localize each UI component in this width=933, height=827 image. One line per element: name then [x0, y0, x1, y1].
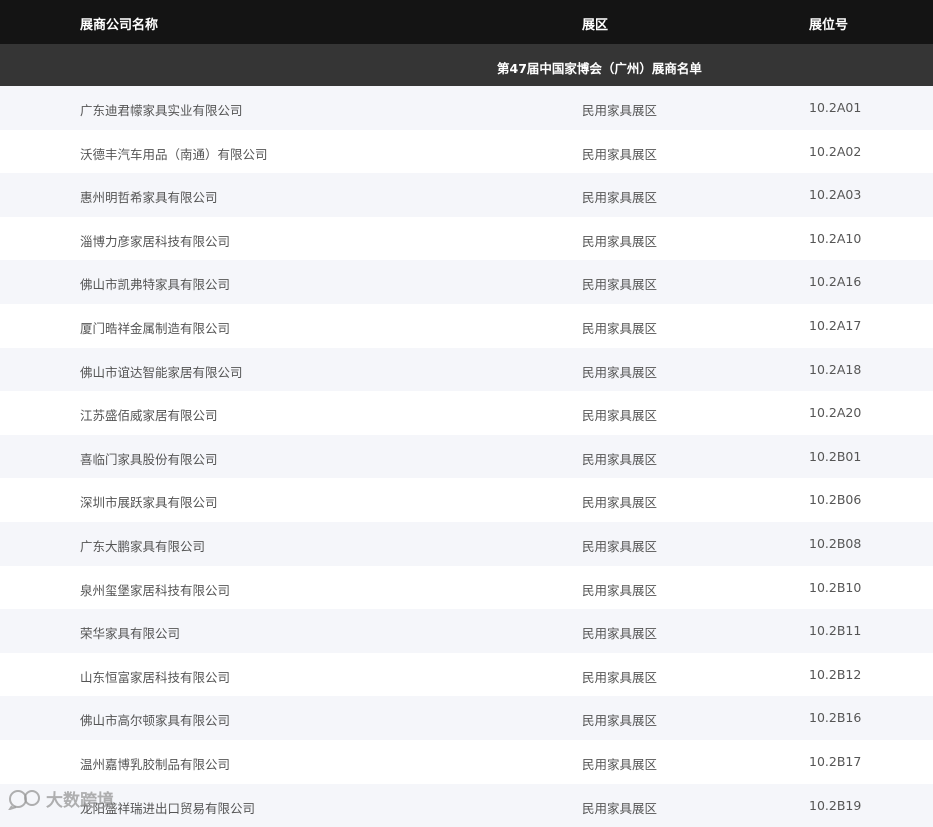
booth-number-cell: 10.2B06	[809, 492, 861, 507]
company-name-cell: 荣华家具有限公司	[80, 623, 180, 642]
table-row[interactable]: 淄博力彦家居科技有限公司 民用家具展区 10.2A10	[0, 217, 933, 261]
booth-number-cell: 10.2B19	[809, 798, 861, 813]
company-name-cell: 广东大鹏家具有限公司	[80, 536, 205, 555]
table-row[interactable]: 泉州玺堡家居科技有限公司 民用家具展区 10.2B10	[0, 566, 933, 610]
company-name-cell: 广东迪君幪家具实业有限公司	[80, 100, 243, 119]
table-caption: 第47届中国家博会（广州）展商名单	[0, 44, 933, 86]
table-row[interactable]: 沃德丰汽车用品（南通）有限公司 民用家具展区 10.2A02	[0, 130, 933, 174]
table-caption-text: 第47届中国家博会（广州）展商名单	[497, 58, 702, 77]
booth-number-cell: 10.2A01	[809, 100, 861, 115]
company-name-cell: 深圳市展跃家具有限公司	[80, 492, 218, 511]
company-name-cell: 喜临门家具股份有限公司	[80, 449, 218, 468]
table-header: 展商公司名称 展区 展位号	[0, 0, 933, 44]
booth-number-cell: 10.2B11	[809, 623, 861, 638]
booth-number-cell: 10.2B12	[809, 667, 861, 682]
zone-cell: 民用家具展区	[582, 536, 657, 555]
company-name-cell: 惠州明哲希家具有限公司	[80, 187, 218, 206]
column-header-zone[interactable]: 展区	[582, 14, 608, 33]
table-row[interactable]: 龙阳盛祥瑞进出口贸易有限公司 民用家具展区 10.2B19	[0, 784, 933, 827]
table-row[interactable]: 江苏盛佰威家居有限公司 民用家具展区 10.2A20	[0, 391, 933, 435]
zone-cell: 民用家具展区	[582, 231, 657, 250]
company-name-cell: 山东恒富家居科技有限公司	[80, 667, 230, 686]
booth-number-cell: 10.2A10	[809, 231, 861, 246]
column-header-company-name[interactable]: 展商公司名称	[80, 14, 158, 33]
zone-cell: 民用家具展区	[582, 100, 657, 119]
zone-cell: 民用家具展区	[582, 274, 657, 293]
company-name-cell: 佛山市谊达智能家居有限公司	[80, 362, 243, 381]
table-row[interactable]: 佛山市谊达智能家居有限公司 民用家具展区 10.2A18	[0, 348, 933, 392]
exhibitor-table: 展商公司名称 展区 展位号 第47届中国家博会（广州）展商名单 广东迪君幪家具实…	[0, 0, 933, 827]
booth-number-cell: 10.2A03	[809, 187, 861, 202]
zone-cell: 民用家具展区	[582, 667, 657, 686]
table-row[interactable]: 佛山市凯弗特家具有限公司 民用家具展区 10.2A16	[0, 260, 933, 304]
booth-number-cell: 10.2B01	[809, 449, 861, 464]
booth-number-cell: 10.2B16	[809, 710, 861, 725]
table-row[interactable]: 山东恒富家居科技有限公司 民用家具展区 10.2B12	[0, 653, 933, 697]
company-name-cell: 江苏盛佰威家居有限公司	[80, 405, 218, 424]
table-row[interactable]: 温州嘉博乳胶制品有限公司 民用家具展区 10.2B17	[0, 740, 933, 784]
table-row[interactable]: 广东大鹏家具有限公司 民用家具展区 10.2B08	[0, 522, 933, 566]
zone-cell: 民用家具展区	[582, 754, 657, 773]
booth-number-cell: 10.2B10	[809, 580, 861, 595]
column-header-booth[interactable]: 展位号	[809, 14, 848, 33]
zone-cell: 民用家具展区	[582, 362, 657, 381]
zone-cell: 民用家具展区	[582, 580, 657, 599]
zone-cell: 民用家具展区	[582, 405, 657, 424]
company-name-cell: 淄博力彦家居科技有限公司	[80, 231, 230, 250]
zone-cell: 民用家具展区	[582, 798, 657, 817]
table-row[interactable]: 喜临门家具股份有限公司 民用家具展区 10.2B01	[0, 435, 933, 479]
company-name-cell: 龙阳盛祥瑞进出口贸易有限公司	[80, 798, 255, 817]
zone-cell: 民用家具展区	[582, 710, 657, 729]
booth-number-cell: 10.2B17	[809, 754, 861, 769]
zone-cell: 民用家具展区	[582, 449, 657, 468]
zone-cell: 民用家具展区	[582, 144, 657, 163]
table-row[interactable]: 惠州明哲希家具有限公司 民用家具展区 10.2A03	[0, 173, 933, 217]
company-name-cell: 厦门晧祥金属制造有限公司	[80, 318, 230, 337]
booth-number-cell: 10.2A16	[809, 274, 861, 289]
zone-cell: 民用家具展区	[582, 187, 657, 206]
zone-cell: 民用家具展区	[582, 623, 657, 642]
table-row[interactable]: 广东迪君幪家具实业有限公司 民用家具展区 10.2A01	[0, 86, 933, 130]
booth-number-cell: 10.2B08	[809, 536, 861, 551]
zone-cell: 民用家具展区	[582, 492, 657, 511]
booth-number-cell: 10.2A20	[809, 405, 861, 420]
zone-cell: 民用家具展区	[582, 318, 657, 337]
booth-number-cell: 10.2A17	[809, 318, 861, 333]
table-body: 广东迪君幪家具实业有限公司民用家具展区10.2A01沃德丰汽车用品（南通）有限公…	[0, 86, 933, 827]
company-name-cell: 温州嘉博乳胶制品有限公司	[80, 754, 230, 773]
table-row[interactable]: 深圳市展跃家具有限公司 民用家具展区 10.2B06	[0, 478, 933, 522]
company-name-cell: 泉州玺堡家居科技有限公司	[80, 580, 230, 599]
company-name-cell: 佛山市高尔顿家具有限公司	[80, 710, 230, 729]
booth-number-cell: 10.2A02	[809, 144, 861, 159]
company-name-cell: 沃德丰汽车用品（南通）有限公司	[80, 144, 268, 163]
table-row[interactable]: 荣华家具有限公司 民用家具展区 10.2B11	[0, 609, 933, 653]
table-row[interactable]: 佛山市高尔顿家具有限公司 民用家具展区 10.2B16	[0, 696, 933, 740]
booth-number-cell: 10.2A18	[809, 362, 861, 377]
table-row[interactable]: 厦门晧祥金属制造有限公司 民用家具展区 10.2A17	[0, 304, 933, 348]
company-name-cell: 佛山市凯弗特家具有限公司	[80, 274, 230, 293]
